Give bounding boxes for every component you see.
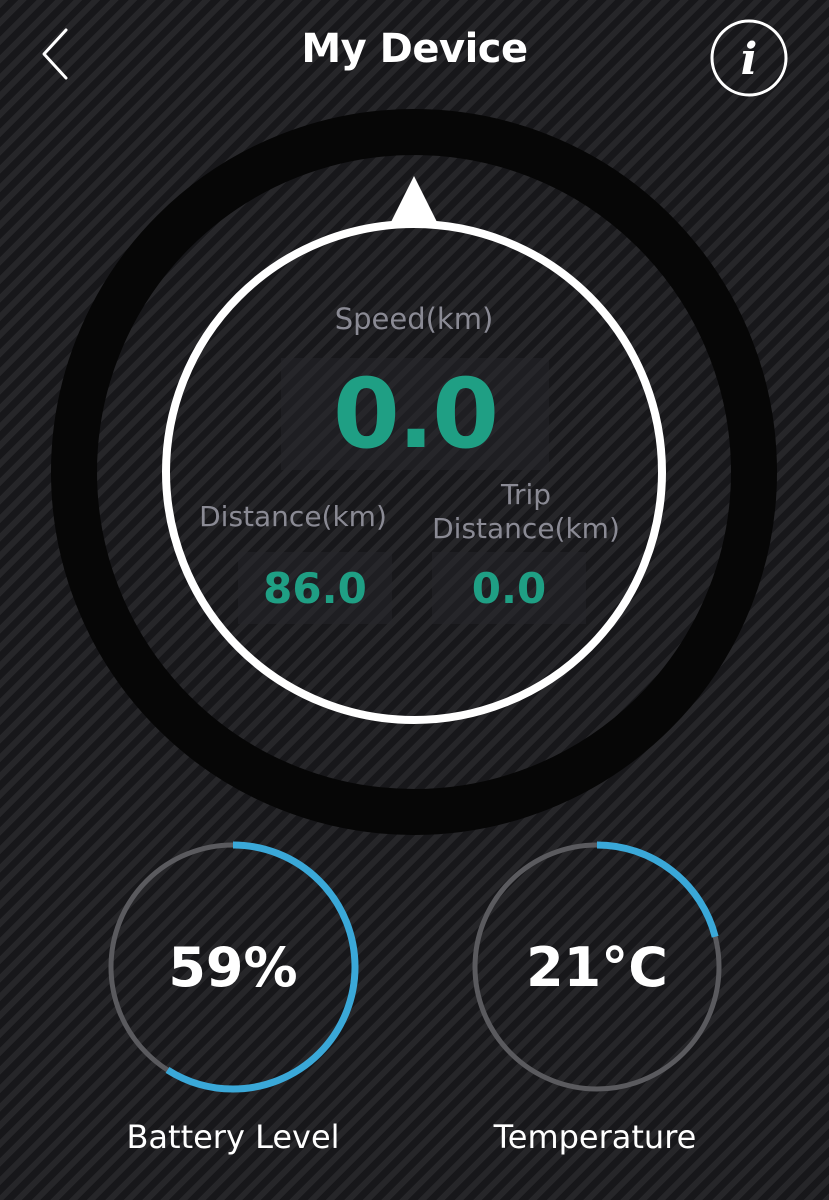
trip-label-line2: Distance(km) bbox=[432, 512, 620, 545]
outer-ring bbox=[51, 109, 777, 835]
battery-gauge: 59% bbox=[106, 840, 360, 1094]
speed-value: 0.0 bbox=[332, 358, 499, 470]
distance-label: Distance(km) bbox=[199, 500, 387, 533]
trip-distance-value: 0.0 bbox=[471, 563, 547, 613]
inner-ring bbox=[162, 220, 666, 724]
trip-distance-label: Trip Distance(km) bbox=[420, 478, 632, 546]
battery-value: 59% bbox=[168, 935, 298, 999]
temperature-value: 21°C bbox=[526, 935, 668, 999]
temperature-gauge: 21°C bbox=[470, 840, 724, 1094]
speed-pointer bbox=[390, 176, 438, 224]
trip-label-line1: Trip bbox=[500, 478, 552, 511]
battery-label: Battery Level bbox=[126, 1118, 340, 1156]
speed-label: Speed(km) bbox=[334, 302, 494, 336]
distance-value: 86.0 bbox=[263, 563, 367, 613]
temperature-label: Temperature bbox=[493, 1118, 697, 1156]
